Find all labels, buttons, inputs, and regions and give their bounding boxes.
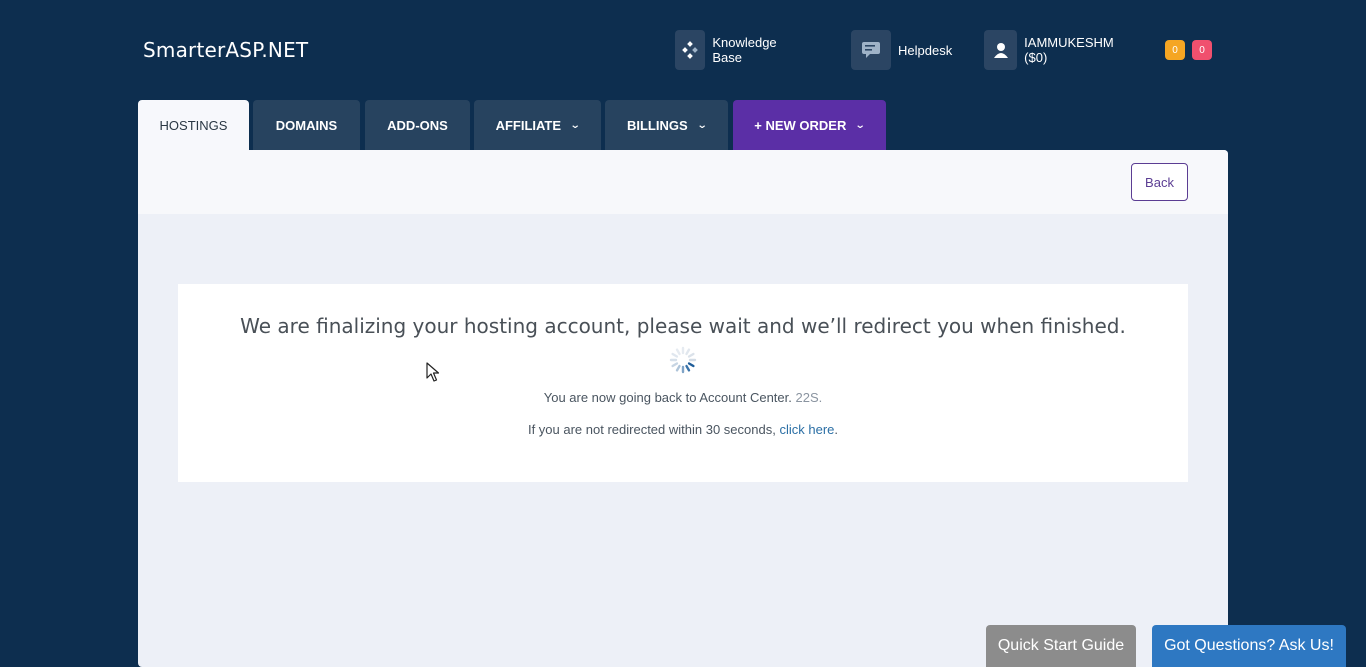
user-avatar-icon — [984, 30, 1018, 70]
main-panel: Back We are finalizing your hosting acco… — [138, 150, 1228, 667]
tab-addons[interactable]: ADD-ONS — [365, 100, 470, 150]
chevron-down-icon: ⌄ — [696, 119, 708, 131]
redirect-status-label: You are now going back to Account Center… — [543, 390, 792, 405]
tab-new-order-label: + NEW ORDER — [754, 117, 847, 133]
tab-domains-label: DOMAINS — [275, 117, 338, 133]
finalizing-message: We are finalizing your hosting account, … — [240, 314, 1126, 338]
loading-spinner-icon — [669, 346, 697, 374]
fallback-redirect-label: If you are not redirected within 30 seco… — [527, 422, 776, 437]
helpdesk-label: Helpdesk — [898, 42, 953, 58]
notification-badge-red[interactable]: 0 — [1192, 40, 1212, 60]
account-label: IAMMUKESHM ($0) — [1024, 35, 1114, 65]
got-questions-button[interactable]: Got Questions? Ask Us! — [1152, 625, 1346, 667]
brand-logo[interactable]: SmarterASP.NET — [143, 38, 308, 62]
tab-affiliate-label: AFFILIATE — [495, 117, 562, 133]
notification-badge-orange[interactable]: 0 — [1165, 40, 1185, 60]
tab-hostings[interactable]: HOSTINGS — [138, 100, 249, 150]
helpdesk-link[interactable]: Helpdesk — [851, 30, 952, 70]
knowledge-base-icon — [675, 30, 706, 70]
click-here-link[interactable]: click here — [779, 422, 834, 437]
tab-addons-label: ADD-ONS — [387, 117, 448, 133]
quick-start-guide-button[interactable]: Quick Start Guide — [986, 625, 1136, 667]
tab-billings-label: BILLINGS — [626, 117, 688, 133]
knowledge-base-link[interactable]: Knowledge Base — [675, 30, 786, 70]
tab-domains[interactable]: DOMAINS — [253, 100, 360, 150]
knowledge-base-label: Knowledge Base — [712, 35, 777, 65]
countdown-timer: 22S. — [795, 390, 823, 405]
tab-hostings-label: HOSTINGS — [159, 117, 228, 133]
fallback-redirect-text: If you are not redirected within 30 seco… — [178, 422, 1188, 437]
chevron-down-icon: ⌄ — [855, 119, 866, 131]
tab-affiliate[interactable]: AFFILIATE ⌄ — [474, 100, 601, 150]
tab-new-order[interactable]: + NEW ORDER ⌄ — [733, 100, 886, 150]
fallback-redirect-end: . — [834, 422, 839, 437]
account-menu[interactable]: IAMMUKESHM ($0) — [984, 30, 1121, 70]
chevron-down-icon: ⌄ — [569, 119, 581, 131]
tab-billings[interactable]: BILLINGS ⌄ — [605, 100, 728, 150]
redirect-status-text: You are now going back to Account Center… — [178, 390, 1188, 405]
redirect-card: We are finalizing your hosting account, … — [178, 284, 1188, 482]
helpdesk-chat-icon — [851, 30, 891, 70]
back-button[interactable]: Back — [1131, 163, 1188, 201]
mouse-pointer-icon — [426, 362, 440, 382]
panel-header: Back — [138, 150, 1228, 214]
